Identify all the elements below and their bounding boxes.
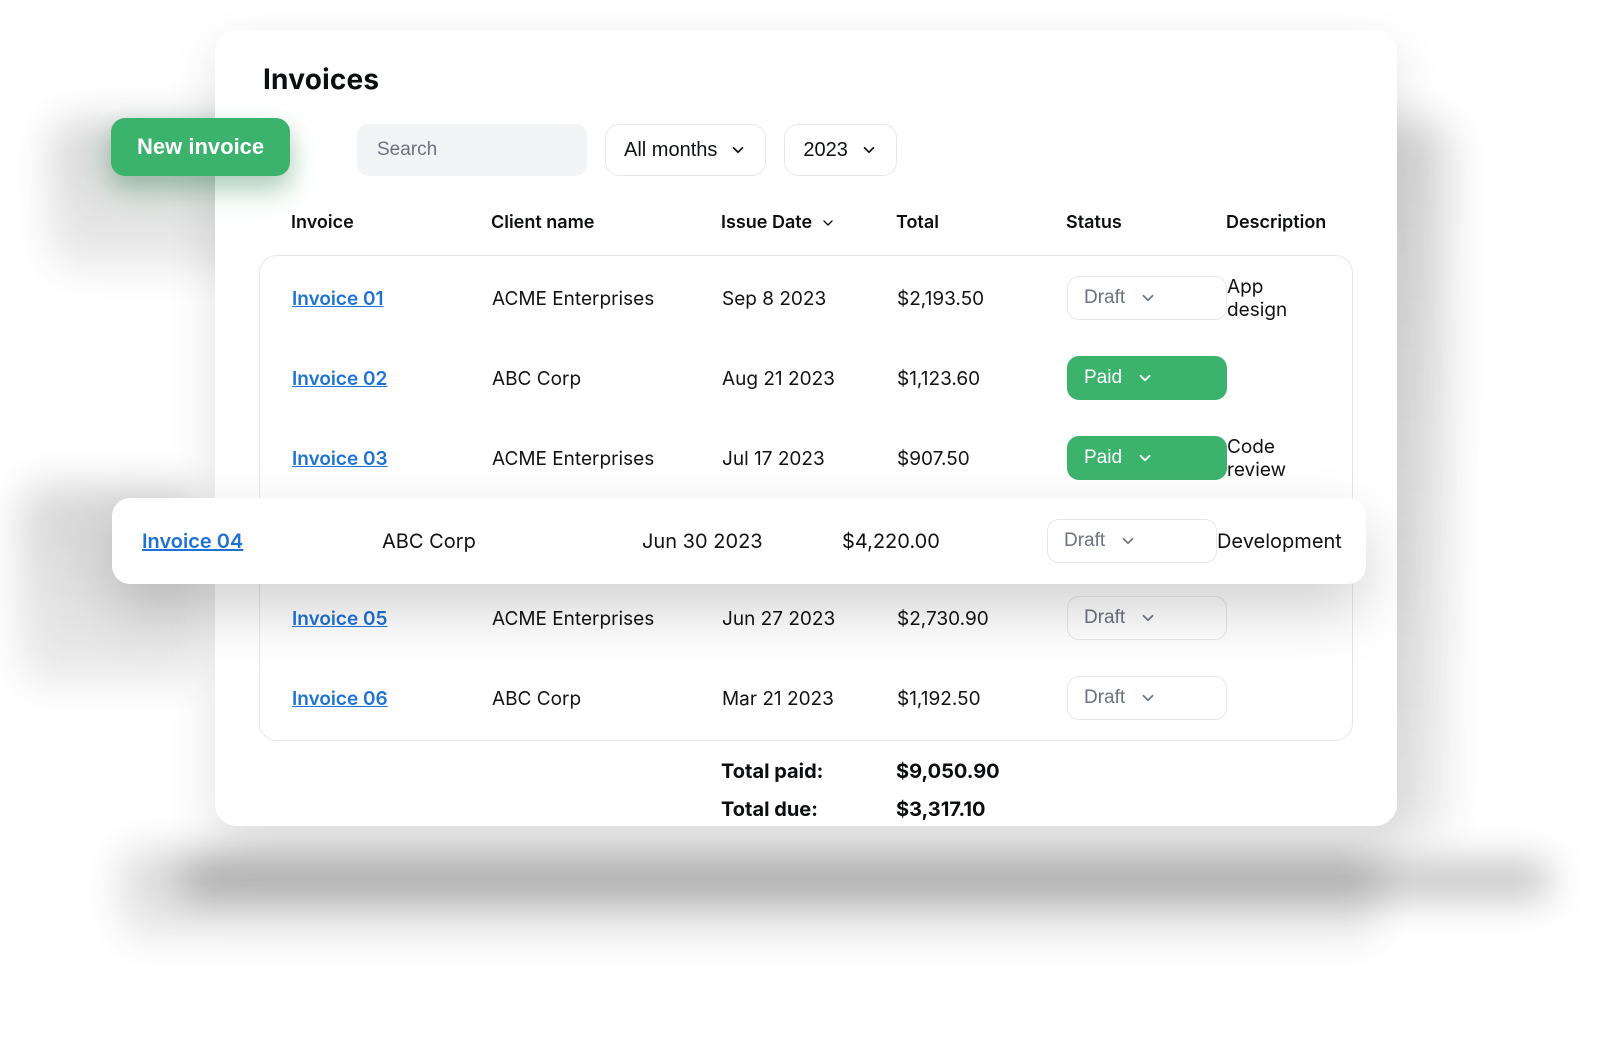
invoices-card: Invoices New invoice All months 2023 Inv… xyxy=(215,30,1397,826)
row-total: $1,192.50 xyxy=(897,687,1067,710)
client-name: ACME Enterprises xyxy=(492,607,722,630)
page-title: Invoices xyxy=(263,62,1349,96)
table-head: Invoice Client name Issue Date Total Sta… xyxy=(259,212,1353,245)
row-description: App design xyxy=(1227,275,1320,321)
row-total: $4,220.00 xyxy=(842,529,1047,553)
year-filter-label: 2023 xyxy=(803,139,848,162)
chevron-down-icon xyxy=(1136,449,1154,467)
table-row[interactable]: Invoice 02 ABC Corp Aug 21 2023 $1,123.6… xyxy=(260,342,1352,414)
status-select[interactable]: Draft xyxy=(1047,519,1217,563)
issue-date: Jun 30 2023 xyxy=(642,529,842,553)
col-client: Client name xyxy=(491,212,721,245)
invoice-table: Invoice 01 ACME Enterprises Sep 8 2023 $… xyxy=(259,255,1353,741)
chevron-down-icon xyxy=(1119,532,1137,550)
toolbar: New invoice All months 2023 xyxy=(259,124,1353,176)
client-name: ACME Enterprises xyxy=(492,287,722,310)
col-total: Total xyxy=(896,212,1066,245)
table-row[interactable]: Invoice 05 ACME Enterprises Jun 27 2023 … xyxy=(260,582,1352,654)
status-label: Draft xyxy=(1084,687,1125,709)
invoice-link[interactable]: Invoice 02 xyxy=(292,367,492,390)
total-due-label: Total due: xyxy=(721,797,896,821)
col-status: Status xyxy=(1066,212,1226,245)
search-field[interactable] xyxy=(357,124,587,176)
table-body: Invoice 01 ACME Enterprises Sep 8 2023 $… xyxy=(260,262,1352,734)
totals: Total paid: $9,050.90 Total due: $3,317.… xyxy=(259,741,1353,821)
year-filter[interactable]: 2023 xyxy=(784,124,897,176)
col-invoice: Invoice xyxy=(291,212,491,245)
total-due-value: $3,317.10 xyxy=(896,797,1066,821)
table-row-highlighted[interactable]: Invoice 04 ABC Corp Jun 30 2023 $4,220.0… xyxy=(112,498,1366,584)
client-name: ACME Enterprises xyxy=(492,447,722,470)
total-paid-value: $9,050.90 xyxy=(896,759,1066,783)
chevron-down-icon xyxy=(1139,689,1157,707)
invoice-link[interactable]: Invoice 01 xyxy=(292,287,492,310)
chevron-down-icon xyxy=(1136,369,1154,387)
client-name: ABC Corp xyxy=(492,687,722,710)
status-label: Draft xyxy=(1084,607,1125,629)
chevron-down-icon xyxy=(729,141,747,159)
status-label: Draft xyxy=(1064,530,1105,552)
table-row[interactable]: Invoice 03 ACME Enterprises Jul 17 2023 … xyxy=(260,422,1352,494)
invoice-link[interactable]: Invoice 03 xyxy=(292,447,492,470)
status-select[interactable]: Paid xyxy=(1067,436,1227,480)
search-input[interactable] xyxy=(375,138,569,162)
col-description: Description xyxy=(1226,212,1326,245)
new-invoice-label: New invoice xyxy=(137,134,264,160)
client-name: ABC Corp xyxy=(382,529,642,553)
status-label: Paid xyxy=(1084,367,1122,389)
chevron-down-icon xyxy=(1139,609,1157,627)
invoice-link[interactable]: Invoice 05 xyxy=(292,607,492,630)
invoice-link[interactable]: Invoice 04 xyxy=(142,529,382,553)
row-total: $1,123.60 xyxy=(897,367,1067,390)
row-description: Development xyxy=(1217,529,1342,553)
row-description: Code review xyxy=(1227,435,1320,481)
invoice-link[interactable]: Invoice 06 xyxy=(292,687,492,710)
issue-date: Jul 17 2023 xyxy=(722,447,897,470)
col-issue-date[interactable]: Issue Date xyxy=(721,212,896,245)
row-total: $907.50 xyxy=(897,447,1067,470)
status-select[interactable]: Draft xyxy=(1067,276,1227,320)
chevron-down-icon xyxy=(860,141,878,159)
total-paid-label: Total paid: xyxy=(721,759,896,783)
issue-date: Jun 27 2023 xyxy=(722,607,897,630)
status-select[interactable]: Paid xyxy=(1067,356,1227,400)
status-select[interactable]: Draft xyxy=(1067,596,1227,640)
status-label: Draft xyxy=(1084,287,1125,309)
chevron-down-icon xyxy=(1139,289,1157,307)
chevron-down-icon xyxy=(820,215,836,231)
status-select[interactable]: Draft xyxy=(1067,676,1227,720)
table-row[interactable]: Invoice 06 ABC Corp Mar 21 2023 $1,192.5… xyxy=(260,662,1352,734)
month-filter-label: All months xyxy=(624,139,717,162)
row-total: $2,193.50 xyxy=(897,287,1067,310)
table-row[interactable]: Invoice 01 ACME Enterprises Sep 8 2023 $… xyxy=(260,262,1352,334)
month-filter[interactable]: All months xyxy=(605,124,766,176)
row-total: $2,730.90 xyxy=(897,607,1067,630)
client-name: ABC Corp xyxy=(492,367,722,390)
new-invoice-button[interactable]: New invoice xyxy=(111,118,290,176)
issue-date: Sep 8 2023 xyxy=(722,287,897,310)
issue-date: Aug 21 2023 xyxy=(722,367,897,390)
status-label: Paid xyxy=(1084,447,1122,469)
issue-date: Mar 21 2023 xyxy=(722,687,897,710)
